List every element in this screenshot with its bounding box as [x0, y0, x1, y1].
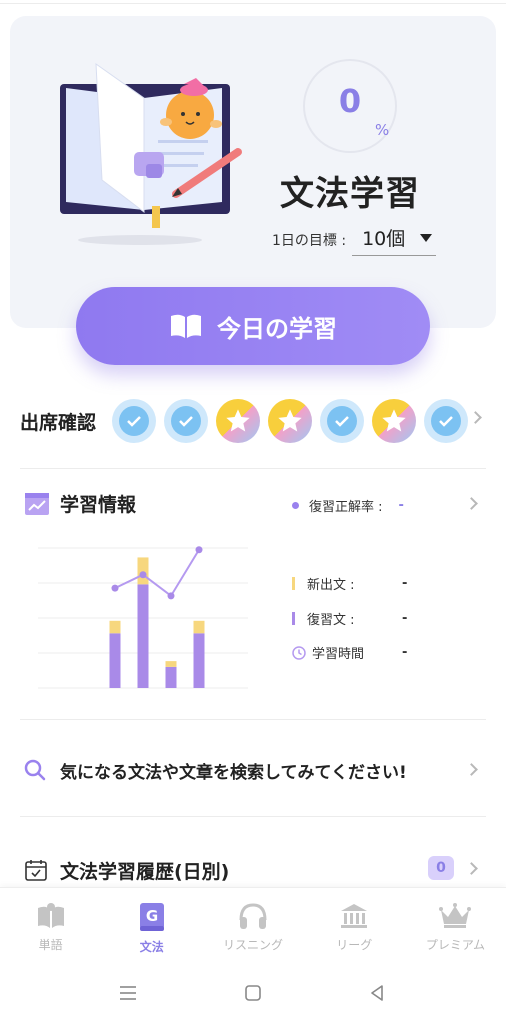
legend-swatch-review	[292, 612, 295, 625]
legend-value: -	[402, 576, 408, 591]
history-count-badge: 0	[428, 856, 454, 880]
divider	[20, 468, 486, 469]
nav-item-vocabulary[interactable]: 単語	[0, 888, 101, 967]
chart-bar-review	[165, 666, 177, 688]
attendance-day-checked	[424, 399, 468, 443]
nav-item-league[interactable]: リーグ	[304, 888, 405, 967]
daily-goal: 1日の目標 : 10個	[272, 224, 437, 256]
nav-label: 文法	[139, 940, 164, 954]
chart-bar-new	[137, 557, 149, 585]
chart-bar-review	[137, 584, 149, 688]
study-chart	[38, 546, 248, 689]
check-icon	[439, 416, 453, 427]
study-info-header[interactable]: 学習情報	[24, 490, 136, 517]
nav-item-premium[interactable]: プレミアム	[405, 888, 506, 967]
nav-label: リスニング	[223, 938, 284, 952]
legend-value: -	[402, 645, 408, 660]
home-icon[interactable]	[244, 984, 262, 1002]
attendance-day-checked	[320, 399, 364, 443]
star-icon	[226, 409, 250, 432]
today-study-label: 今日の学習	[217, 314, 337, 343]
svg-text:G: G	[146, 907, 158, 925]
chart-trend-point	[139, 571, 147, 579]
check-icon	[179, 416, 193, 427]
history-title: 文法学習履歴(日別)	[60, 860, 230, 883]
legend-new-sentences: 新出文 : -	[292, 574, 407, 593]
nav-label: リーグ	[336, 938, 373, 952]
nav-item-grammar[interactable]: G 文法	[101, 888, 202, 967]
goal-label: 1日の目標 :	[272, 233, 347, 249]
open-book-icon	[171, 314, 201, 338]
attendance-row[interactable]: 出席確認	[20, 395, 486, 447]
review-accuracy: 復習正解率 : -	[292, 496, 404, 515]
legend-review-sentences: 復習文 : -	[292, 609, 407, 628]
top-divider	[0, 3, 506, 4]
attendance-day-checked	[112, 399, 156, 443]
star-icon	[382, 409, 406, 432]
study-info-title: 学習情報	[60, 494, 137, 516]
book-mascot-illustration	[60, 62, 242, 245]
legend-study-time: 学習時間 -	[292, 643, 407, 662]
legend-label: 新出文 :	[307, 578, 355, 593]
chart-trend-line	[114, 549, 200, 598]
grammar-icon: G	[139, 903, 164, 931]
check-icon	[127, 416, 141, 427]
search-prompt: 気になる文法や文章を検索してみてください!	[60, 762, 407, 783]
chart-trend-point	[111, 584, 119, 592]
bottom-navigation: 単語 G 文法 リスニング リーグ プレミアム	[0, 887, 506, 967]
accuracy-value: -	[398, 498, 404, 513]
divider	[20, 816, 486, 817]
chevron-right-icon[interactable]	[465, 497, 478, 510]
book-icon	[37, 903, 64, 928]
menu-icon[interactable]	[118, 984, 138, 1002]
attendance-title: 出席確認	[20, 411, 97, 434]
divider	[20, 719, 486, 720]
legend-label: 学習時間	[312, 647, 365, 662]
legend-swatch-new	[292, 577, 295, 590]
headphones-icon	[239, 903, 267, 929]
attendance-day-checked	[164, 399, 208, 443]
goal-select[interactable]: 10個	[352, 224, 437, 256]
nav-label: 単語	[38, 938, 63, 952]
nav-item-listening[interactable]: リスニング	[202, 888, 303, 967]
calendar-check-icon	[25, 860, 47, 881]
legend-label: 復習文 :	[307, 613, 355, 628]
progress-unit: %	[375, 121, 390, 139]
grammar-search-link[interactable]: 気になる文法や文章を検索してみてください!	[24, 752, 486, 788]
clock-icon	[292, 645, 306, 660]
search-icon	[24, 759, 46, 781]
system-navigation-bar	[0, 967, 506, 1024]
chart-bar-review	[109, 633, 121, 688]
crown-icon	[439, 903, 472, 928]
attendance-day-star	[372, 399, 416, 443]
chart-bar-new	[165, 661, 177, 667]
goal-value: 10個	[362, 228, 406, 250]
bank-icon	[341, 904, 368, 928]
grammar-history-row[interactable]: 文法学習履歴(日別)	[24, 852, 486, 888]
attendance-day-star	[216, 399, 260, 443]
chart-trend-point	[167, 592, 175, 600]
page-title: 文法学習	[280, 174, 420, 214]
chart-bar-new	[109, 620, 121, 634]
chart-bar-new	[193, 620, 205, 634]
nav-label: プレミアム	[425, 938, 485, 952]
star-icon	[278, 409, 302, 432]
check-icon	[335, 416, 349, 427]
accuracy-dot	[292, 502, 299, 509]
today-study-button[interactable]: 今日の学習	[76, 287, 430, 365]
legend-value: -	[402, 611, 408, 626]
chart-bar-review	[193, 633, 205, 688]
back-icon[interactable]	[368, 984, 386, 1002]
chart-icon	[25, 492, 49, 515]
progress-value: 0	[338, 82, 362, 120]
chevron-right-icon	[469, 411, 482, 424]
accuracy-label: 復習正解率 :	[309, 500, 383, 515]
chart-trend-point	[195, 546, 203, 554]
attendance-day-star	[268, 399, 312, 443]
caret-down-icon	[420, 233, 433, 242]
